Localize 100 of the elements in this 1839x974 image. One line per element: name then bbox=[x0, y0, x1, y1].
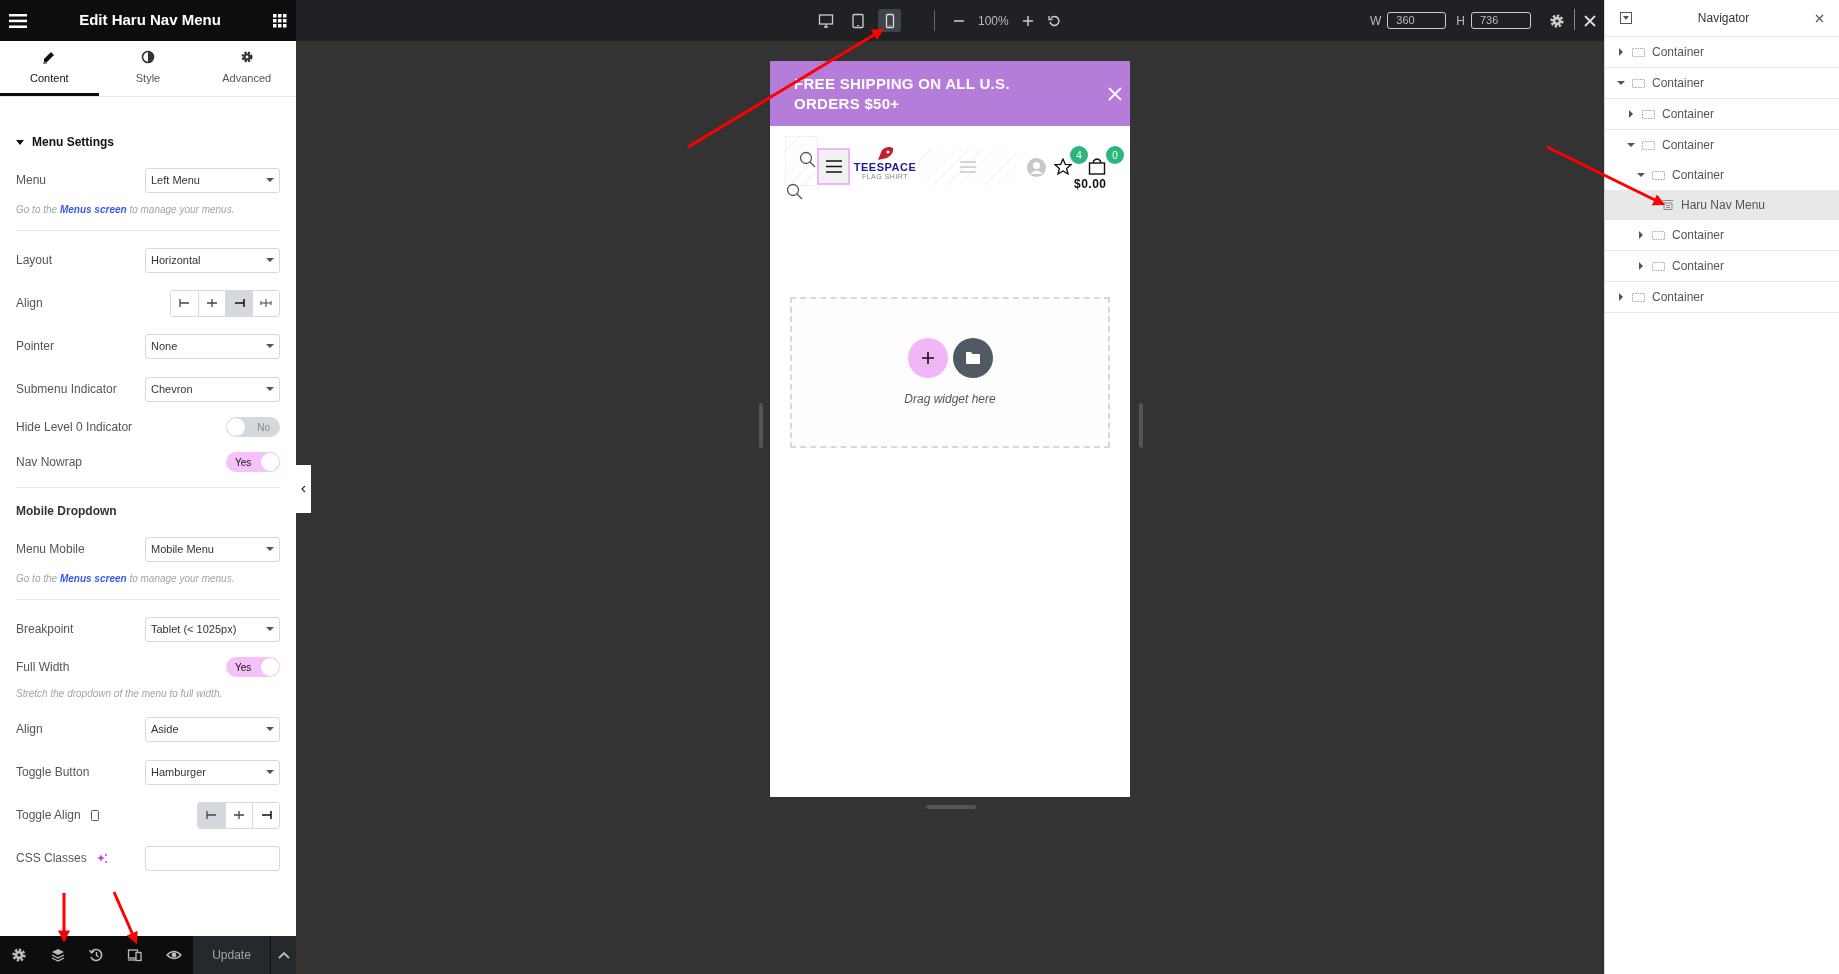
navigator-item[interactable]: Container bbox=[1605, 68, 1839, 98]
select-field[interactable]: Chevron bbox=[145, 376, 280, 402]
caret-down-icon bbox=[266, 387, 274, 391]
height-label: H bbox=[1456, 12, 1465, 30]
caret-down-icon bbox=[266, 258, 274, 262]
close-icon[interactable] bbox=[1815, 13, 1824, 23]
annotation-arrow bbox=[112, 891, 138, 945]
drop-hint: Drag widget here bbox=[904, 390, 996, 408]
section-toggle[interactable]: Menu Settings bbox=[16, 133, 280, 151]
caret-icon[interactable] bbox=[1617, 293, 1625, 301]
caret-icon[interactable] bbox=[1637, 262, 1645, 270]
zoom-in-icon[interactable] bbox=[1020, 13, 1035, 28]
control-label: Menu bbox=[16, 172, 47, 189]
caret-icon[interactable] bbox=[1617, 48, 1625, 56]
select-field[interactable]: Hamburger bbox=[145, 759, 280, 785]
select-field[interactable]: None bbox=[145, 333, 280, 359]
menus-screen-link[interactable]: Menus screen bbox=[59, 573, 127, 584]
mobile-icon[interactable] bbox=[90, 809, 99, 821]
search-icon[interactable] bbox=[786, 183, 804, 201]
menu-icon bbox=[825, 160, 842, 173]
panel-tab[interactable]: Style bbox=[98, 41, 198, 96]
resize-handle[interactable] bbox=[926, 805, 976, 809]
expand-button[interactable] bbox=[270, 936, 296, 974]
control-label: Breakpoint bbox=[16, 621, 74, 638]
caret-down-icon bbox=[266, 770, 274, 774]
history-icon[interactable] bbox=[88, 947, 105, 963]
menus-screen-link[interactable]: Menus screen bbox=[59, 204, 127, 215]
bag-icon[interactable] bbox=[1088, 158, 1106, 175]
control-label: Toggle Button bbox=[16, 764, 90, 781]
rocket-icon bbox=[875, 146, 895, 162]
contrast-icon bbox=[141, 50, 155, 65]
caret-icon[interactable] bbox=[1627, 141, 1635, 149]
chevron-up-icon bbox=[277, 951, 290, 959]
menu-icon bbox=[959, 161, 976, 173]
container-icon bbox=[1652, 170, 1665, 180]
navigator-item[interactable]: Container bbox=[1605, 160, 1839, 190]
navigator-item[interactable]: Container bbox=[1605, 220, 1839, 250]
reset-icon[interactable] bbox=[1046, 13, 1061, 28]
select-field[interactable]: Left Menu bbox=[145, 167, 280, 193]
control-label: Pointer bbox=[16, 338, 55, 355]
align-left-icon bbox=[204, 808, 219, 822]
add-button[interactable] bbox=[907, 337, 948, 378]
collapse-icon[interactable] bbox=[1620, 12, 1632, 24]
toggle-switch[interactable]: Yes bbox=[226, 657, 280, 677]
resize-handle[interactable] bbox=[1139, 403, 1143, 448]
control-label: Toggle Align bbox=[16, 807, 81, 824]
panel-tab[interactable]: Advanced bbox=[197, 41, 296, 96]
navigator-item[interactable]: Haru Nav Menu bbox=[1605, 190, 1839, 220]
sparkle-icon[interactable] bbox=[96, 852, 108, 864]
toggle-switch[interactable]: Yes bbox=[226, 452, 280, 472]
text-field[interactable] bbox=[145, 845, 280, 871]
search-icon[interactable] bbox=[799, 151, 817, 169]
height-field[interactable]: 736 bbox=[1471, 12, 1531, 29]
select-field[interactable]: Mobile Menu bbox=[145, 536, 280, 562]
container-icon bbox=[1652, 261, 1665, 271]
align-option[interactable] bbox=[252, 802, 279, 828]
device-button[interactable] bbox=[878, 9, 901, 32]
template-button[interactable] bbox=[952, 337, 993, 378]
width-field[interactable]: 360 bbox=[1387, 12, 1447, 29]
caret-icon[interactable] bbox=[1627, 110, 1635, 118]
plus-icon bbox=[920, 350, 935, 365]
panel-tab[interactable]: Content bbox=[0, 41, 99, 96]
help-text: Go to the Menus screen to manage your menus. bbox=[16, 572, 236, 585]
navigator-item[interactable]: Container bbox=[1605, 37, 1839, 67]
control-label: Layout bbox=[16, 252, 53, 269]
resize-handle[interactable] bbox=[759, 403, 763, 448]
caret-icon bbox=[16, 139, 24, 145]
caret-icon[interactable] bbox=[1617, 79, 1625, 87]
settings-icon[interactable] bbox=[11, 947, 28, 963]
align-option[interactable] bbox=[198, 802, 225, 828]
caret-icon[interactable] bbox=[1637, 171, 1645, 179]
control-label: Full Width bbox=[16, 659, 70, 676]
cart-total: $0.00 bbox=[1074, 176, 1107, 193]
layers-icon[interactable] bbox=[49, 947, 66, 963]
select-field[interactable]: Tablet (< 1025px) bbox=[145, 616, 280, 642]
apps-grid-icon[interactable] bbox=[273, 13, 287, 28]
menu-icon[interactable] bbox=[9, 13, 27, 28]
help-text: Stretch the dropdown of the menu to full width. bbox=[16, 687, 224, 700]
width-label: W bbox=[1370, 12, 1382, 30]
caret-down-icon bbox=[266, 547, 274, 551]
container-icon bbox=[1642, 109, 1655, 119]
control-label: Align bbox=[16, 295, 43, 312]
align-left-icon bbox=[177, 296, 192, 310]
caret-down-icon bbox=[266, 627, 274, 631]
caret-icon[interactable] bbox=[1637, 231, 1645, 239]
select-field[interactable]: Horizontal bbox=[145, 247, 280, 273]
section-heading: Mobile Dropdown bbox=[16, 503, 118, 520]
hamburger-button[interactable] bbox=[817, 148, 850, 185]
navigator-item[interactable]: Container bbox=[1605, 99, 1839, 129]
update-button[interactable]: Update bbox=[193, 936, 270, 974]
align-option[interactable] bbox=[225, 290, 252, 316]
settings-icon[interactable] bbox=[1549, 12, 1565, 29]
annotation-arrow bbox=[58, 893, 70, 943]
star-icon[interactable] bbox=[1054, 158, 1072, 175]
navigator-item[interactable]: Container bbox=[1605, 130, 1839, 160]
navigator-item[interactable]: Container bbox=[1605, 282, 1839, 312]
navigator-item[interactable]: Container bbox=[1605, 251, 1839, 281]
select-field[interactable]: Aside bbox=[145, 716, 280, 742]
responsive-icon[interactable] bbox=[127, 947, 144, 963]
control-label: CSS Classes bbox=[16, 850, 87, 867]
